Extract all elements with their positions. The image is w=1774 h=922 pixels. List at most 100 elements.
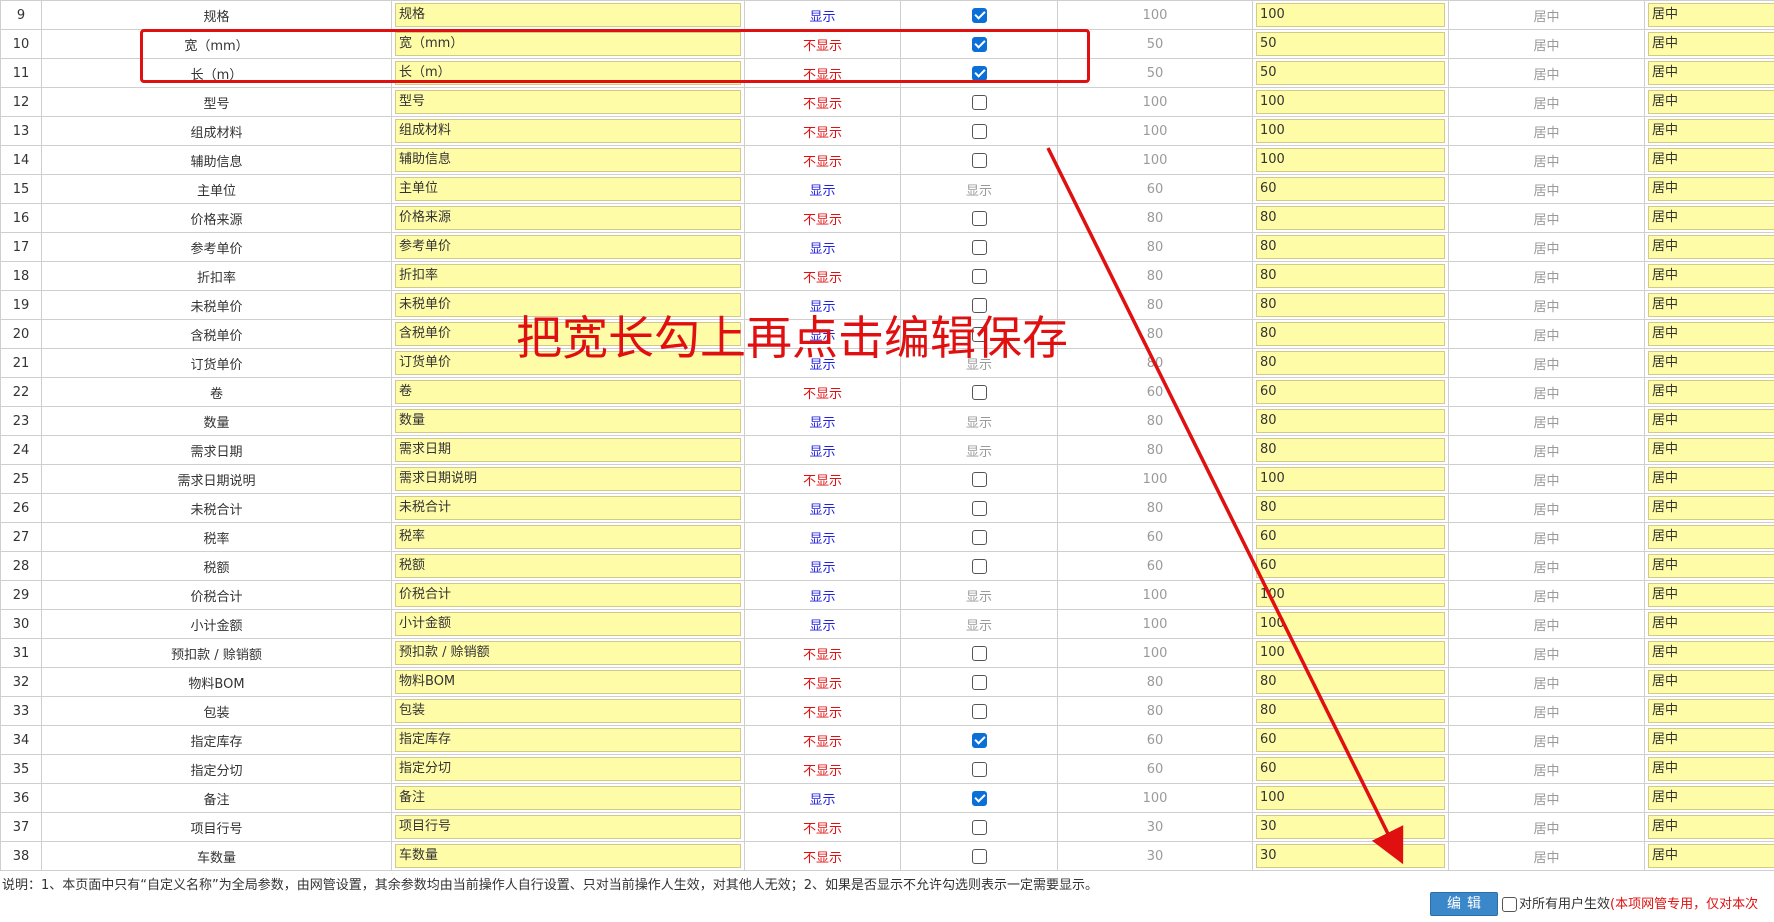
display-checkbox[interactable] bbox=[971, 558, 987, 574]
align-select[interactable]: 居中 bbox=[1648, 119, 1774, 143]
align-select[interactable]: 居中 bbox=[1648, 786, 1774, 810]
display-checkbox[interactable] bbox=[971, 703, 987, 719]
align-select[interactable]: 居中 bbox=[1648, 670, 1774, 694]
display-checkbox[interactable] bbox=[971, 7, 987, 23]
width-input[interactable]: 50 bbox=[1256, 61, 1445, 85]
width-input[interactable]: 80 bbox=[1256, 496, 1445, 520]
align-select[interactable]: 居中 bbox=[1648, 293, 1774, 317]
display-checkbox[interactable] bbox=[971, 471, 987, 487]
align-select[interactable]: 居中 bbox=[1648, 815, 1774, 839]
display-checkbox[interactable] bbox=[971, 819, 987, 835]
width-input[interactable]: 80 bbox=[1256, 293, 1445, 317]
width-input[interactable]: 100 bbox=[1256, 467, 1445, 491]
align-select[interactable]: 居中 bbox=[1648, 322, 1774, 346]
width-input[interactable]: 80 bbox=[1256, 235, 1445, 259]
width-input[interactable]: 100 bbox=[1256, 90, 1445, 114]
custom-name-input[interactable]: 小计金额 bbox=[395, 612, 741, 636]
display-checkbox[interactable] bbox=[971, 761, 987, 777]
display-checkbox[interactable] bbox=[971, 848, 987, 864]
align-select[interactable]: 居中 bbox=[1648, 351, 1774, 375]
align-select[interactable]: 居中 bbox=[1648, 380, 1774, 404]
width-input[interactable]: 60 bbox=[1256, 757, 1445, 781]
width-input[interactable]: 30 bbox=[1256, 844, 1445, 868]
custom-name-input[interactable]: 指定分切 bbox=[395, 757, 741, 781]
align-select[interactable]: 居中 bbox=[1648, 844, 1774, 868]
display-checkbox[interactable] bbox=[971, 732, 987, 748]
width-input[interactable]: 60 bbox=[1256, 380, 1445, 404]
custom-name-input[interactable]: 辅助信息 bbox=[395, 148, 741, 172]
align-select[interactable]: 居中 bbox=[1648, 467, 1774, 491]
width-input[interactable]: 60 bbox=[1256, 177, 1445, 201]
custom-name-input[interactable]: 项目行号 bbox=[395, 815, 741, 839]
align-select[interactable]: 居中 bbox=[1648, 148, 1774, 172]
display-checkbox[interactable] bbox=[971, 500, 987, 516]
custom-name-input[interactable]: 预扣款 / 赊销额 bbox=[395, 641, 741, 665]
width-input[interactable]: 100 bbox=[1256, 119, 1445, 143]
align-select[interactable]: 居中 bbox=[1648, 583, 1774, 607]
display-checkbox[interactable] bbox=[971, 123, 987, 139]
display-checkbox[interactable] bbox=[971, 268, 987, 284]
width-input[interactable]: 50 bbox=[1256, 32, 1445, 56]
edit-button[interactable]: 编辑 bbox=[1430, 892, 1498, 916]
display-checkbox[interactable] bbox=[971, 790, 987, 806]
width-input[interactable]: 80 bbox=[1256, 699, 1445, 723]
custom-name-input[interactable]: 未税合计 bbox=[395, 496, 741, 520]
width-input[interactable]: 80 bbox=[1256, 409, 1445, 433]
align-select[interactable]: 居中 bbox=[1648, 496, 1774, 520]
custom-name-input[interactable]: 参考单价 bbox=[395, 235, 741, 259]
custom-name-input[interactable]: 型号 bbox=[395, 90, 741, 114]
align-select[interactable]: 居中 bbox=[1648, 525, 1774, 549]
display-checkbox[interactable] bbox=[971, 645, 987, 661]
align-select[interactable]: 居中 bbox=[1648, 641, 1774, 665]
width-input[interactable]: 80 bbox=[1256, 438, 1445, 462]
custom-name-input[interactable]: 备注 bbox=[395, 786, 741, 810]
custom-name-input[interactable]: 包装 bbox=[395, 699, 741, 723]
display-checkbox[interactable] bbox=[971, 384, 987, 400]
custom-name-input[interactable]: 组成材料 bbox=[395, 119, 741, 143]
align-select[interactable]: 居中 bbox=[1648, 728, 1774, 752]
custom-name-input[interactable]: 规格 bbox=[395, 3, 741, 27]
custom-name-input[interactable]: 价税合计 bbox=[395, 583, 741, 607]
custom-name-input[interactable]: 需求日期说明 bbox=[395, 467, 741, 491]
custom-name-input[interactable]: 物料BOM bbox=[395, 670, 741, 694]
width-input[interactable]: 60 bbox=[1256, 554, 1445, 578]
width-input[interactable]: 60 bbox=[1256, 525, 1445, 549]
width-input[interactable]: 100 bbox=[1256, 148, 1445, 172]
align-select[interactable]: 居中 bbox=[1648, 61, 1774, 85]
custom-name-input[interactable]: 税率 bbox=[395, 525, 741, 549]
align-select[interactable]: 居中 bbox=[1648, 3, 1774, 27]
custom-name-input[interactable]: 主单位 bbox=[395, 177, 741, 201]
width-input[interactable]: 80 bbox=[1256, 264, 1445, 288]
width-input[interactable]: 80 bbox=[1256, 670, 1445, 694]
align-select[interactable]: 居中 bbox=[1648, 264, 1774, 288]
display-checkbox[interactable] bbox=[971, 210, 987, 226]
display-checkbox[interactable] bbox=[971, 674, 987, 690]
custom-name-input[interactable]: 车数量 bbox=[395, 844, 741, 868]
align-select[interactable]: 居中 bbox=[1648, 757, 1774, 781]
custom-name-input[interactable]: 指定库存 bbox=[395, 728, 741, 752]
width-input[interactable]: 100 bbox=[1256, 3, 1445, 27]
align-select[interactable]: 居中 bbox=[1648, 90, 1774, 114]
custom-name-input[interactable]: 需求日期 bbox=[395, 438, 741, 462]
align-select[interactable]: 居中 bbox=[1648, 235, 1774, 259]
custom-name-input[interactable]: 数量 bbox=[395, 409, 741, 433]
width-input[interactable]: 80 bbox=[1256, 322, 1445, 346]
align-select[interactable]: 居中 bbox=[1648, 612, 1774, 636]
align-select[interactable]: 居中 bbox=[1648, 554, 1774, 578]
align-select[interactable]: 居中 bbox=[1648, 32, 1774, 56]
align-select[interactable]: 居中 bbox=[1648, 409, 1774, 433]
width-input[interactable]: 100 bbox=[1256, 583, 1445, 607]
display-checkbox[interactable] bbox=[971, 94, 987, 110]
width-input[interactable]: 60 bbox=[1256, 728, 1445, 752]
display-checkbox[interactable] bbox=[971, 239, 987, 255]
width-input[interactable]: 80 bbox=[1256, 206, 1445, 230]
width-input[interactable]: 30 bbox=[1256, 815, 1445, 839]
all-users-checkbox[interactable] bbox=[1502, 897, 1517, 912]
align-select[interactable]: 居中 bbox=[1648, 206, 1774, 230]
width-input[interactable]: 80 bbox=[1256, 351, 1445, 375]
display-checkbox[interactable] bbox=[971, 152, 987, 168]
width-input[interactable]: 100 bbox=[1256, 612, 1445, 636]
custom-name-input[interactable]: 税额 bbox=[395, 554, 741, 578]
custom-name-input[interactable]: 折扣率 bbox=[395, 264, 741, 288]
width-input[interactable]: 100 bbox=[1256, 786, 1445, 810]
